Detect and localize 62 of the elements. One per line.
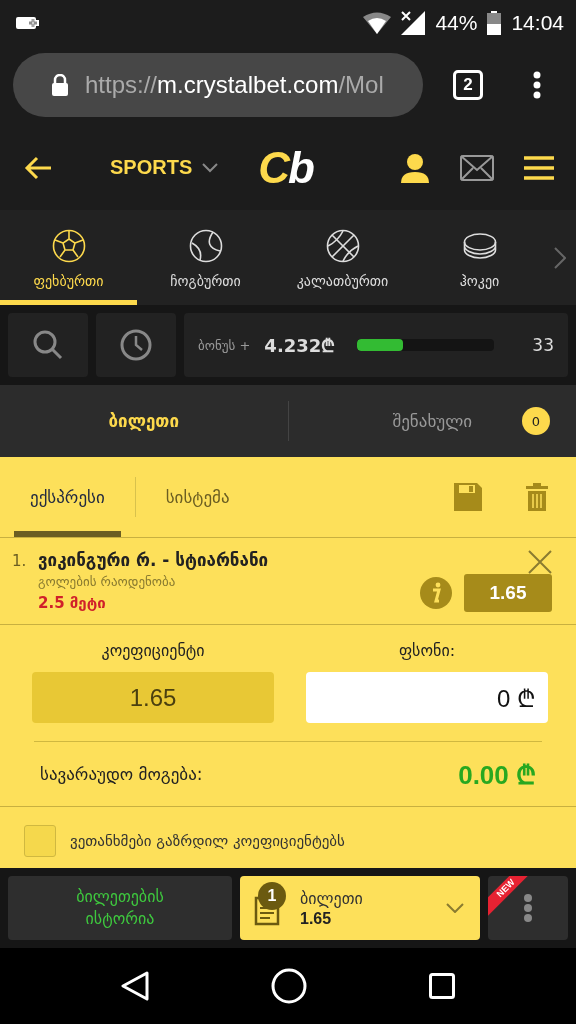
back-icon[interactable] — [121, 971, 149, 1001]
event-name: ვიკინგური რ. - სტიარნანი — [38, 550, 270, 571]
trash-icon[interactable] — [526, 483, 548, 511]
bet-slip-button[interactable]: 1 ბილეთი 1.65 — [240, 876, 480, 940]
bonus-amount: 4.232₾ — [264, 334, 336, 357]
count-badge: 1 — [258, 882, 286, 910]
recents-icon[interactable] — [429, 973, 455, 999]
odds-label: კოეფიციენტი — [100, 641, 206, 660]
wifi-icon — [363, 11, 392, 34]
history-clock-button[interactable] — [96, 313, 176, 377]
market-name: გოლების რაოდენობა — [38, 574, 177, 590]
more-icon[interactable] — [533, 71, 541, 99]
logo[interactable]: Cb — [258, 142, 313, 193]
address-field[interactable]: https://m.crystalbet.com/Mol — [13, 53, 423, 117]
slip-label: ბილეთი — [300, 888, 364, 908]
selection-number: 1. — [12, 551, 28, 571]
slip-tab[interactable]: ბილეთი — [0, 385, 288, 457]
lock-icon — [51, 74, 69, 96]
sport-tab[interactable]: ჰოკეი — [411, 210, 548, 305]
bonus-label: ბონუს + — [198, 337, 251, 353]
battery-icon — [487, 10, 502, 35]
back-arrow-icon[interactable] — [24, 155, 52, 180]
clock-icon — [120, 329, 152, 361]
slip-odds: 1.65 — [300, 909, 333, 928]
battery-charging-icon — [16, 15, 42, 30]
bet-type-tab[interactable]: ექსპრესი — [14, 457, 121, 537]
signal-icon — [401, 10, 426, 35]
outcome-name: 2.5 მეტი — [38, 593, 107, 612]
basketball-icon — [325, 229, 360, 263]
close-icon[interactable] — [528, 550, 552, 574]
save-icon[interactable] — [454, 483, 482, 511]
soccer-ball-icon — [51, 229, 86, 263]
bet-type-tab[interactable]: სისტემა — [149, 457, 246, 537]
checkbox-label: ვეთანხმები გაზრდილ კოეფიციენტებს — [70, 832, 345, 850]
bet-history-button[interactable]: ბილეთების ისტორია — [8, 876, 232, 940]
checkbox[interactable] — [24, 825, 56, 857]
potential-win-label: სავარაუდო მოგება: — [40, 764, 203, 784]
user-icon[interactable] — [400, 152, 430, 183]
slip-tab[interactable]: შენახული 0 — [288, 385, 576, 457]
stake-field[interactable]: 0 ₾ — [306, 672, 548, 723]
chevron-right-icon[interactable] — [554, 246, 566, 269]
home-icon[interactable] — [271, 968, 307, 1004]
stake-label: ფსონი: — [397, 641, 457, 660]
search-icon — [32, 329, 64, 361]
chevron-down-icon — [202, 162, 219, 173]
total-odds: 1.65 — [32, 672, 274, 723]
chevron-down-icon — [446, 903, 464, 913]
more-icon — [523, 893, 533, 923]
bonus-count: 33 — [532, 335, 554, 355]
sport-tab[interactable]: კალათბურთი — [274, 210, 411, 305]
mail-icon[interactable] — [460, 154, 494, 181]
search-button[interactable] — [8, 313, 88, 377]
sports-dropdown[interactable]: SPORTS — [110, 156, 219, 179]
tab-count-button[interactable]: 2 — [453, 70, 483, 100]
potential-win-amount: 0.00 ₾ — [458, 759, 536, 792]
clock-time: 14:04 — [511, 10, 564, 35]
battery-percent: 44% — [435, 10, 478, 35]
menu-icon[interactable] — [524, 155, 554, 180]
info-icon[interactable] — [420, 577, 452, 609]
count-badge: 0 — [522, 407, 550, 435]
tennis-ball-icon — [188, 229, 223, 263]
sport-tab[interactable]: ჩოგბურთი — [137, 210, 274, 305]
